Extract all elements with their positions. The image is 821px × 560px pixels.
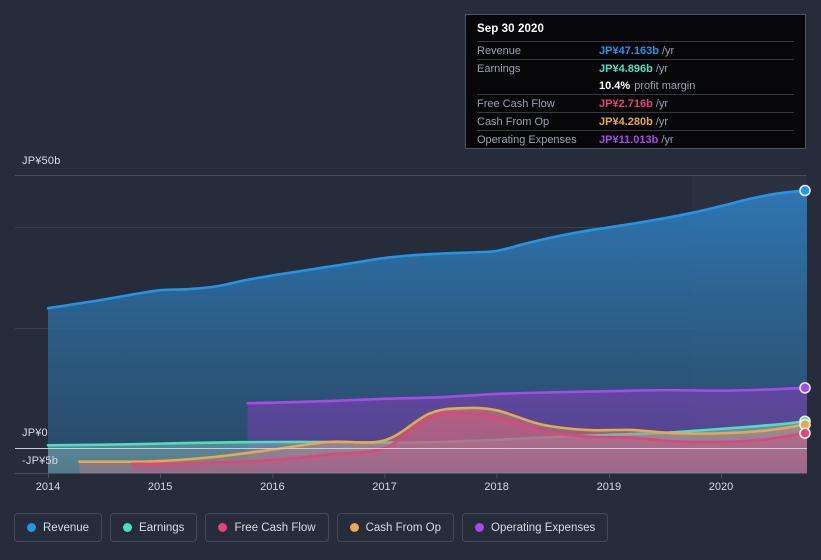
tooltip-row-unit: /yr xyxy=(661,44,675,57)
x-tick-label-2016: 2016 xyxy=(260,481,285,493)
tooltip-row-cash-from-op: Cash From Op JP¥4.280b/yr xyxy=(477,112,794,130)
tooltip-row-earnings: Earnings JP¥4.896b/yr xyxy=(477,59,794,77)
tooltip-date: Sep 30 2020 xyxy=(477,23,544,35)
y-axis-label-negative: -JP¥5b xyxy=(22,455,59,467)
legend-item-label: Earnings xyxy=(139,521,185,534)
legend-color-dot-icon xyxy=(123,523,133,532)
endpoint-marker-revenue[interactable] xyxy=(799,184,811,197)
x-tick-label-2020: 2020 xyxy=(708,481,734,493)
tooltip-row-label: Free Cash Flow xyxy=(477,97,555,110)
x-tick-label-2015: 2015 xyxy=(147,481,173,493)
tooltip-row-value: JP¥4.280b xyxy=(599,115,653,128)
tooltip-row-unit: profit margin xyxy=(634,79,696,92)
legend-item-free-cash-flow[interactable]: Free Cash Flow xyxy=(205,513,329,542)
tooltip-row-unit: /yr xyxy=(655,97,669,110)
tooltip-row-value: JP¥47.163b xyxy=(599,44,659,57)
tooltip-row-unit: /yr xyxy=(661,133,674,146)
tooltip-row-label: Operating Expenses xyxy=(477,133,577,146)
legend-color-dot-icon xyxy=(27,523,36,532)
tooltip-row-value: JP¥4.896b xyxy=(599,62,653,75)
tooltip-rows: Revenue JP¥47.163b/yr Earnings JP¥4.896b/yr… xyxy=(466,41,805,148)
legend-item-label: Revenue xyxy=(43,521,90,534)
legend-item-label: Cash From Op xyxy=(365,521,442,534)
tooltip-row-label: Cash From Op xyxy=(477,115,550,128)
tooltip-row-free-cash-flow: Free Cash Flow JP¥2.716b/yr xyxy=(477,94,794,112)
tooltip-row-unit: /yr xyxy=(655,62,669,75)
legend-color-dot-icon xyxy=(218,523,228,532)
endpoint-marker-free-cash-flow[interactable] xyxy=(799,427,811,439)
legend-item-cash-from-op[interactable]: Cash From Op xyxy=(336,513,455,542)
x-tick-label-2018: 2018 xyxy=(484,481,509,493)
tooltip-row-label: Revenue xyxy=(477,44,522,57)
legend-item-revenue[interactable]: Revenue xyxy=(14,513,103,542)
x-tick-label-2017: 2017 xyxy=(372,481,397,493)
chart-screen: JP¥50b JP¥0 -JP¥5b 2014 2015 2016 2017 2018 2… xyxy=(0,0,821,560)
tooltip-row-label: Earnings xyxy=(477,62,521,75)
legend-item-label: Operating Expenses xyxy=(491,521,596,534)
chart-tooltip: Sep 30 2020 Revenue JP¥47.163b/yr Earnings… xyxy=(465,14,806,149)
legend-color-dot-icon xyxy=(475,523,485,532)
tooltip-row-value: 10.4% xyxy=(599,79,631,92)
x-tick-label-2014: 2014 xyxy=(35,481,61,493)
legend-item-operating-expenses[interactable]: Operating Expenses xyxy=(462,513,609,542)
tooltip-row-value: JP¥2.716b xyxy=(599,97,653,110)
chart-legend[interactable]: Revenue Earnings Free Cash Flow Cash From O… xyxy=(14,513,609,542)
y-axis-label-zero: JP¥0 xyxy=(22,427,48,439)
legend-color-dot-icon xyxy=(349,523,359,532)
y-axis-label-top: JP¥50b xyxy=(22,155,61,167)
tooltip-row-value: JP¥11.013b xyxy=(599,133,659,146)
legend-item-label: Free Cash Flow xyxy=(234,521,316,534)
tooltip-row-revenue: Revenue JP¥47.163b/yr xyxy=(477,41,794,59)
x-tick-label-2019: 2019 xyxy=(596,481,622,493)
legend-item-earnings[interactable]: Earnings xyxy=(110,513,198,542)
tooltip-row-operating-expenses: Operating Expenses JP¥11.013b/yr xyxy=(477,130,794,148)
tooltip-row-profit-margin: 10.4% profit margin xyxy=(477,77,794,94)
tooltip-row-unit: /yr xyxy=(655,115,669,128)
endpoint-marker-operating-expenses[interactable] xyxy=(799,382,811,394)
